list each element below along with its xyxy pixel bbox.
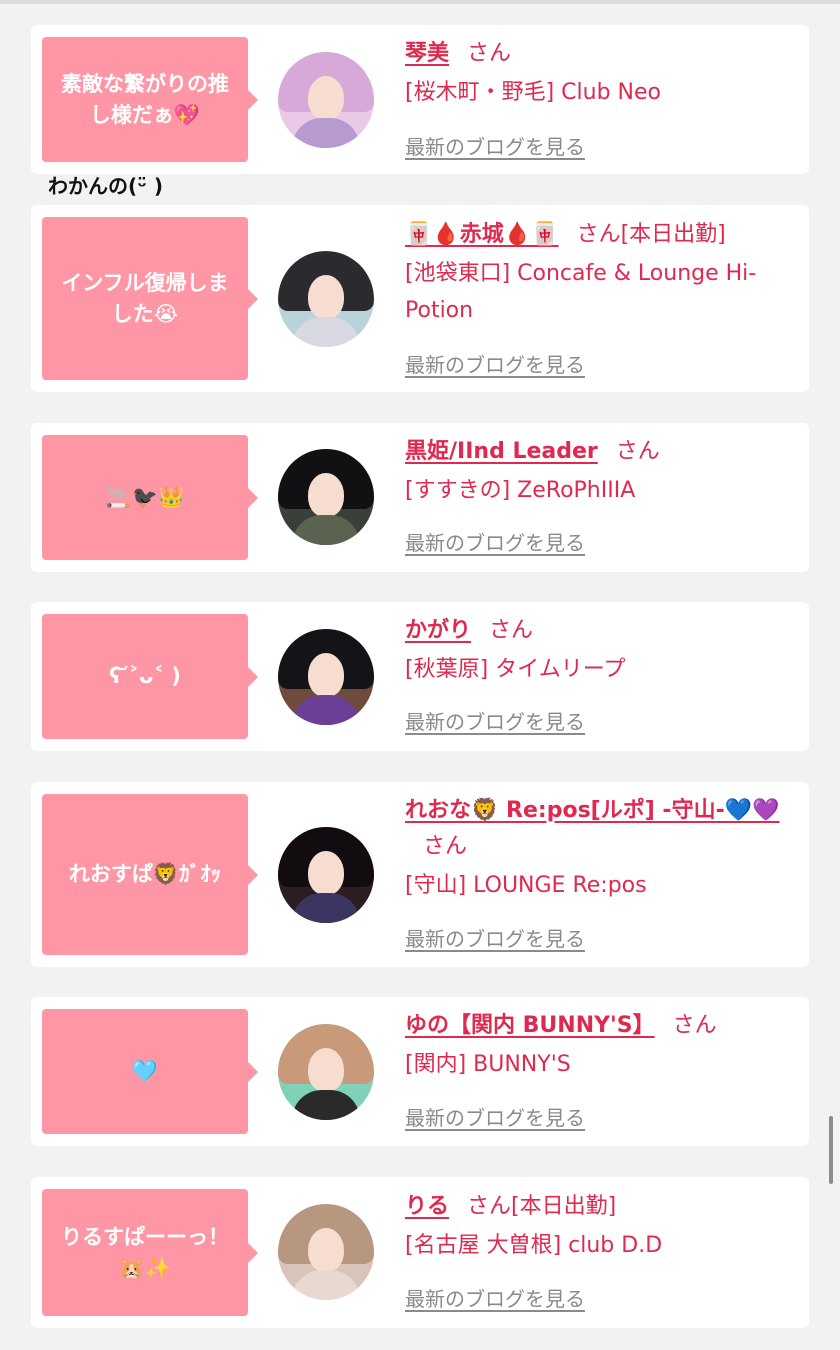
bubble-text-line: 🩵 <box>131 1059 159 1083</box>
bubble-text-line: 素敵な繋がりの推 <box>61 71 229 96</box>
honorific: さん <box>423 834 468 859</box>
cast-name-link[interactable]: りる <box>405 1194 449 1219</box>
shop-area: [名古屋 大曽根] club D.D <box>405 1233 663 1258</box>
stray-comment-text: わかんの(ᵕ̈ ) <box>48 174 163 198</box>
message-bubble: インフル復帰しま した😭 <box>42 217 258 380</box>
message-bubble: れおすぱ🦁ｶﾞｵｯ <box>42 794 258 955</box>
latest-blog-link[interactable]: 最新のブログを見る <box>405 923 585 952</box>
cast-name-link[interactable]: 黒姫/IInd Leader <box>405 439 598 464</box>
latest-blog-link[interactable]: 最新のブログを見る <box>405 131 585 160</box>
honorific: さん <box>489 618 534 643</box>
shop-area: [すすきの] ZeRoPhIIIA <box>405 478 636 503</box>
shop-area: [関内] BUNNY'S <box>405 1052 571 1077</box>
cast-name-link[interactable]: かがり <box>405 618 471 643</box>
avatar[interactable] <box>278 629 374 725</box>
bubble-text-line: した😭 <box>111 301 179 326</box>
avatar[interactable] <box>278 827 374 923</box>
latest-blog-link[interactable]: 最新のブログを見る <box>405 527 585 556</box>
attendance-status: [本日出勤] <box>620 222 726 247</box>
card-reona: れおすぱ🦁ｶﾞｵｯ れおな🦁 Re:pos[ルポ] -守山-💙💜 さん [守山] … <box>31 782 809 967</box>
latest-blog-link[interactable]: 最新のブログを見る <box>405 706 585 735</box>
honorific: さん <box>615 439 660 464</box>
bubble-text-line: 🐹✨ <box>118 1255 172 1280</box>
message-bubble: 素敵な繋がりの推 し様だぁ💖 <box>42 37 258 162</box>
latest-blog-link[interactable]: 最新のブログを見る <box>405 1102 585 1131</box>
card-kagari: ʕ ᷄˃ᴗ˂ ) かがり さん [秋葉原] タイムリープ 最新のブログを見る <box>31 602 809 751</box>
cast-name-link[interactable]: ゆの【関内 BUNNY'S】 <box>405 1013 655 1038</box>
shop-area: [秋葉原] タイムリープ <box>405 657 626 682</box>
bubble-text-line: れおすぱ🦁ｶﾞｵｯ <box>68 862 222 886</box>
attendance-status: [本日出勤] <box>511 1194 617 1219</box>
avatar[interactable] <box>278 251 374 347</box>
shop-area: [池袋東口] Concafe & Lounge Hi-Potion <box>405 261 757 323</box>
shop-area: [桜木町・野毛] Club Neo <box>405 80 661 105</box>
message-bubble: 🚬🐦‍⬛👑 <box>42 435 258 560</box>
top-divider <box>0 0 840 4</box>
latest-blog-link[interactable]: 最新のブログを見る <box>405 349 585 378</box>
card-kotomi: 素敵な繋がりの推 し様だぁ💖 琴美 さん [桜木町・野毛] Club Neo 最新… <box>31 25 809 174</box>
message-bubble: りるすぱーーっ！ 🐹✨ <box>42 1189 258 1316</box>
shop-area: [守山] LOUNGE Re:pos <box>405 873 647 898</box>
card-yuno: 🩵 ゆの【関内 BUNNY'S】 さん [関内] BUNNY'S 最新のブログを見… <box>31 997 809 1146</box>
cast-name-link[interactable]: 🀄🩸赤城🩸🀄 <box>405 222 559 247</box>
bubble-text-line: し様だぁ💖 <box>89 102 201 127</box>
bubble-text-line: りるすぱーーっ！ <box>61 1224 229 1249</box>
avatar[interactable] <box>278 52 374 148</box>
card-riru: りるすぱーーっ！ 🐹✨ りる さん[本日出勤] [名古屋 大曽根] club D.… <box>31 1177 809 1328</box>
avatar[interactable] <box>278 1024 374 1120</box>
honorific: さん <box>467 41 512 66</box>
vertical-scrollbar[interactable] <box>829 1116 833 1184</box>
message-bubble: ʕ ᷄˃ᴗ˂ ) <box>42 614 258 739</box>
bubble-text-line: ʕ ᷄˃ᴗ˂ ) <box>109 664 181 688</box>
honorific: さん <box>672 1013 717 1038</box>
avatar[interactable] <box>278 449 374 545</box>
bubble-text-line: インフル復帰しま <box>61 270 229 295</box>
bubble-text-line: 🚬🐦‍⬛👑 <box>105 485 185 509</box>
avatar[interactable] <box>278 1204 374 1300</box>
honorific: さん <box>576 222 621 247</box>
card-kurohime: 🚬🐦‍⬛👑 黒姫/IInd Leader さん [すすきの] ZeRoPhIIIA… <box>31 423 809 572</box>
honorific: さん <box>467 1194 512 1219</box>
cast-name-link[interactable]: れおな🦁 Re:pos[ルポ] -守山-💙💜 <box>405 798 779 823</box>
card-akagi: インフル復帰しま した😭 🀄🩸赤城🩸🀄 さん[本日出勤] [池袋東口] Conca… <box>31 205 809 392</box>
latest-blog-link[interactable]: 最新のブログを見る <box>405 1283 585 1312</box>
message-bubble: 🩵 <box>42 1009 258 1134</box>
cast-name-link[interactable]: 琴美 <box>405 41 449 66</box>
